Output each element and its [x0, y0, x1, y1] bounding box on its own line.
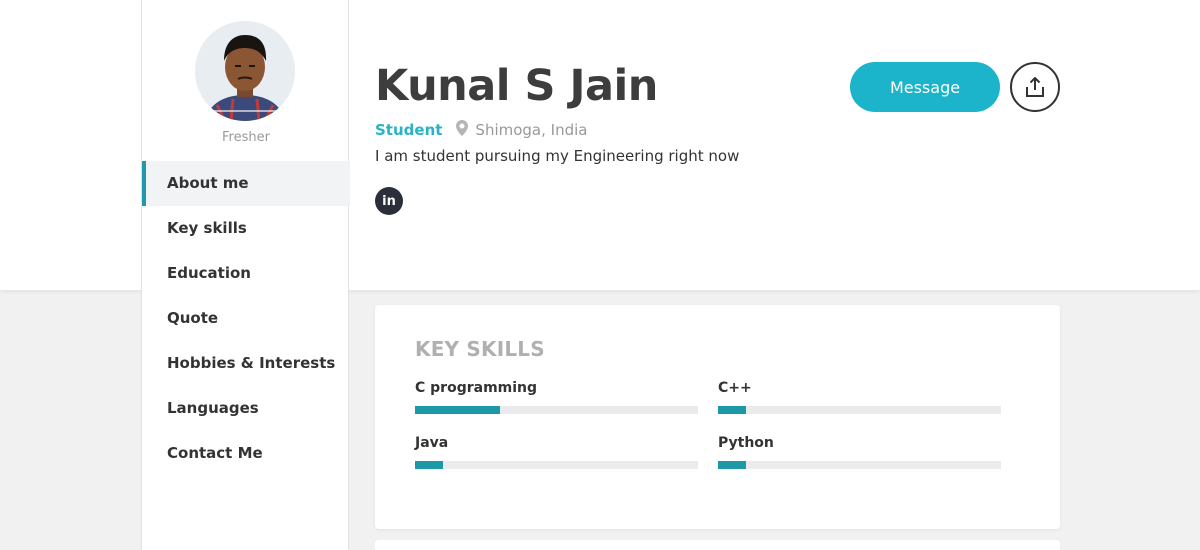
sidebar-item-languages[interactable]: Languages [142, 386, 350, 431]
sidebar-item-education[interactable]: Education [142, 251, 350, 296]
key-skills-title: KEY SKILLS [415, 337, 545, 361]
message-button[interactable]: Message [850, 62, 1000, 112]
profile-location: Shimoga, India [475, 121, 588, 139]
skill-bar-fill [718, 461, 747, 469]
profile-bio: I am student pursuing my Engineering rig… [375, 147, 740, 165]
skill-bar [718, 406, 1001, 414]
profile-name: Kunal S Jain [375, 61, 658, 111]
skill-name: Java [415, 435, 449, 451]
skill-bar [718, 461, 1001, 469]
skill-item: C programming [415, 380, 698, 414]
skill-bar-fill [415, 461, 444, 469]
share-button[interactable] [1010, 62, 1060, 112]
skill-bar [415, 406, 698, 414]
sidebar: Fresher About me Key skills Education Qu… [141, 0, 350, 550]
experience-label: Fresher [222, 130, 270, 145]
sidebar-item-contact-me[interactable]: Contact Me [142, 431, 350, 476]
linkedin-icon[interactable]: in [375, 187, 403, 215]
avatar [195, 21, 295, 121]
location-pin-icon [456, 120, 469, 140]
skill-item: Python [718, 435, 1001, 469]
sidebar-item-hobbies-interests[interactable]: Hobbies & Interests [142, 341, 350, 386]
sidebar-nav: About me Key skills Education Quote Hobb… [142, 161, 350, 476]
skill-bar-fill [415, 406, 500, 414]
sidebar-item-quote[interactable]: Quote [142, 296, 350, 341]
sidebar-item-key-skills[interactable]: Key skills [142, 206, 350, 251]
profile-meta: Student Shimoga, India [375, 120, 587, 140]
key-skills-card: KEY SKILLS C programming C++ Java Python [375, 305, 1060, 529]
skill-bar [415, 461, 698, 469]
profile-role: Student [375, 121, 443, 139]
skill-name: C programming [415, 380, 538, 396]
skill-name: C++ [718, 380, 752, 396]
skill-item: Java [415, 435, 698, 469]
share-icon [1026, 77, 1044, 97]
skill-item: C++ [718, 380, 1001, 414]
sidebar-item-about-me[interactable]: About me [142, 161, 350, 206]
skill-bar-fill [718, 406, 747, 414]
skill-name: Python [718, 435, 774, 451]
next-section-card [375, 540, 1060, 550]
